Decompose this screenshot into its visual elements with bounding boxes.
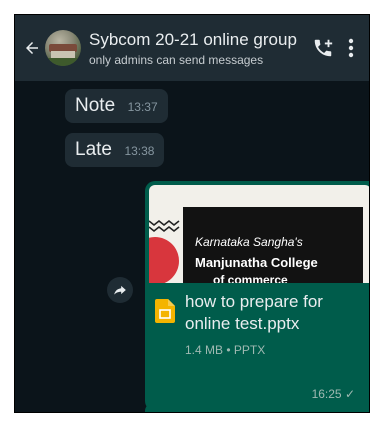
message-time: 13:38 [124, 144, 155, 158]
preview-line-2: Manjunatha College [195, 255, 318, 270]
message-time: 16:25 ✓ [311, 387, 355, 401]
back-button[interactable] [21, 33, 43, 63]
preview-line-3: of commerce [213, 273, 288, 283]
next-outgoing-message[interactable] [145, 403, 369, 412]
forward-button[interactable] [107, 277, 133, 303]
message-time: 13:37 [127, 100, 158, 114]
message-list[interactable]: Note 13:37 Late 13:38 Karnataka Sangha's… [15, 81, 369, 412]
message-text: Note [75, 95, 116, 116]
add-call-button[interactable] [309, 33, 337, 63]
preview-line-1: Karnataka Sangha's [195, 235, 303, 249]
outgoing-document-message[interactable]: Karnataka Sangha's Manjunatha College of… [145, 181, 369, 411]
add-call-icon [314, 39, 333, 57]
chat-screen: Sybcom 20-21 online group only admins ca… [14, 14, 370, 413]
google-slides-file-icon [155, 299, 175, 323]
message-text: Late [75, 139, 112, 160]
document-preview[interactable]: Karnataka Sangha's Manjunatha College of… [149, 185, 369, 283]
forward-icon [114, 285, 126, 295]
avatar-grass [45, 58, 81, 66]
more-vert-icon [348, 38, 354, 58]
group-avatar[interactable] [45, 30, 81, 66]
group-subtitle: only admins can send messages [89, 52, 264, 67]
preview-red-shape [149, 237, 179, 283]
incoming-message[interactable]: Note 13:37 [65, 89, 168, 123]
chat-header[interactable]: Sybcom 20-21 online group only admins ca… [15, 15, 369, 81]
incoming-message[interactable]: Late 13:38 [65, 133, 165, 167]
arrow-left-icon [26, 42, 38, 54]
menu-button[interactable] [337, 33, 365, 63]
group-title: Sybcom 20-21 online group [89, 29, 297, 49]
preview-zigzag-shape [149, 219, 180, 233]
file-name: how to prepare for online test.pptx [185, 292, 323, 333]
file-meta: 1.4 MB • PPTX [185, 343, 266, 357]
header-titles[interactable]: Sybcom 20-21 online group only admins ca… [89, 30, 309, 67]
